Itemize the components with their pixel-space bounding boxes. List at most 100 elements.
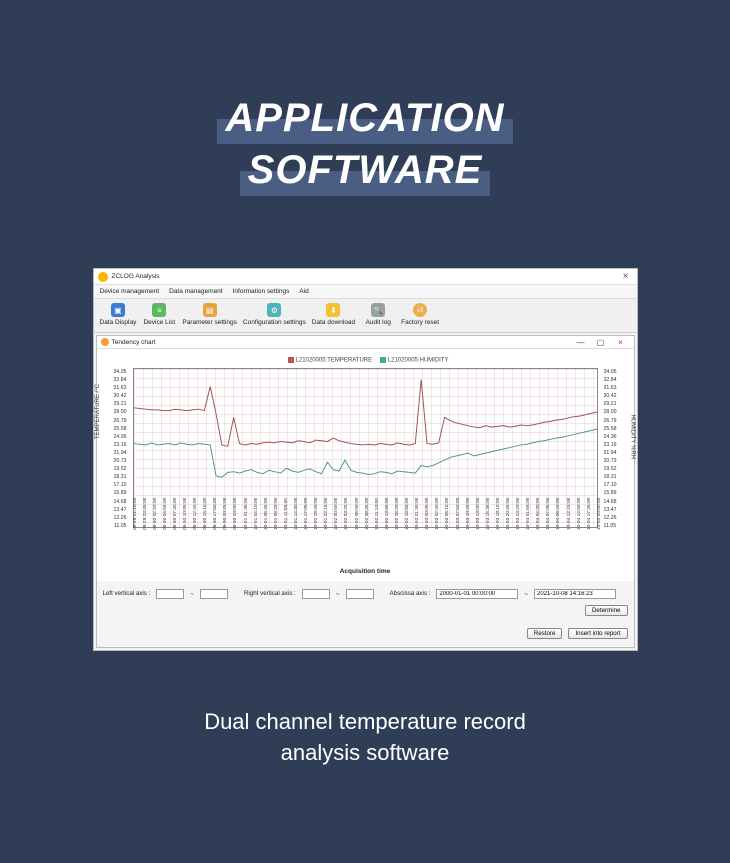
menu-information-settings[interactable]: Information settings — [233, 288, 290, 295]
y-tick: 12.26 — [103, 515, 127, 521]
tool-label: Audit log — [366, 319, 391, 326]
y-axis-right-title: HUMIDITY %RH — [630, 414, 636, 459]
y-tick: 14.68 — [604, 499, 628, 505]
y-tick: 24.36 — [103, 434, 127, 440]
menu-data-management[interactable]: Data management — [169, 288, 222, 295]
y-axis-left-ticks: 34.05 32.84 31.63 30.42 29.21 28.00 26.79 25.58… — [103, 369, 129, 529]
series-line — [134, 379, 597, 446]
toolbar: ▣ Data Display ≡Device List ▤Parameter se… — [94, 299, 637, 333]
chart-icon — [101, 338, 109, 346]
right-axis-min-input[interactable] — [302, 589, 330, 599]
list-icon: ≡ — [152, 303, 166, 317]
app-icon — [98, 272, 108, 282]
y-tick: 29.21 — [103, 401, 127, 407]
caption-line-1: Dual channel temperature record — [204, 709, 526, 734]
y-tick: 13.47 — [103, 507, 127, 513]
restore-button[interactable]: Restore — [527, 628, 563, 639]
menubar: Device management Data management Inform… — [94, 285, 637, 299]
caption-line-2: analysis software — [281, 740, 450, 765]
menu-aid[interactable]: Aid — [299, 288, 308, 295]
y-tick: 23.16 — [103, 442, 127, 448]
tilde-2: ~ — [336, 591, 340, 598]
y-axis-right-ticks: 34.0532.8431.6330.4229.2128.0026.7925.58… — [602, 369, 628, 529]
y-tick: 28.00 — [103, 409, 127, 415]
abscissa-to-input[interactable] — [534, 589, 616, 599]
y-tick: 21.94 — [103, 450, 127, 456]
series-line — [134, 429, 597, 477]
legend-swatch-humidity — [380, 357, 386, 363]
tool-label: Parameter settings — [182, 319, 237, 326]
insert-report-button[interactable]: Insert into report — [568, 628, 627, 639]
determine-button[interactable]: Determine — [585, 605, 628, 616]
right-axis-max-input[interactable] — [346, 589, 374, 599]
tendency-chart-window: Tendency chart — ▢ × L21020005:TEMPERATU… — [96, 335, 635, 648]
y-tick: 28.00 — [604, 409, 628, 415]
y-tick: 23.16 — [604, 442, 628, 448]
tool-device-list[interactable]: ≡Device List — [142, 303, 176, 326]
y-tick: 30.42 — [604, 393, 628, 399]
window-close-button[interactable]: × — [619, 271, 633, 282]
tool-configuration-settings[interactable]: ⚙ Configuration settings — [243, 303, 306, 326]
y-tick: 32.84 — [103, 377, 127, 383]
download-icon: ⬇ — [326, 303, 340, 317]
y-tick: 18.31 — [103, 474, 127, 480]
y-tick: 19.52 — [103, 466, 127, 472]
child-maximize-button[interactable]: ▢ — [592, 337, 610, 347]
reset-icon: ⏎ — [413, 303, 427, 317]
tool-label: Configuration settings — [243, 319, 306, 326]
y-tick: 15.89 — [604, 490, 628, 496]
y-tick: 12.26 — [604, 515, 628, 521]
y-tick: 11.05 — [604, 523, 628, 529]
log-icon: 🔍 — [371, 303, 385, 317]
y-tick: 34.05 — [604, 369, 628, 375]
app-title: ZCLOG Analysis — [112, 273, 160, 280]
y-tick: 32.84 — [604, 377, 628, 383]
y-tick: 25.58 — [604, 426, 628, 432]
y-tick: 21.94 — [604, 450, 628, 456]
tool-audit-log[interactable]: 🔍 Audit log — [361, 303, 395, 326]
y-tick: 19.52 — [604, 466, 628, 472]
legend-label-humidity: L21020005:HUMIDITY — [388, 358, 449, 364]
abscissa-from-input[interactable] — [436, 589, 518, 599]
y-tick: 26.79 — [604, 418, 628, 424]
abscissa-axis-label: Abscissa axis : — [390, 591, 431, 598]
y-tick: 26.79 — [103, 418, 127, 424]
app-window: ZCLOG Analysis × Device management Data … — [93, 268, 638, 651]
left-axis-min-input[interactable] — [156, 589, 184, 599]
chart-legend: L21020005:TEMPERATURE L21020005:HUMIDITY — [105, 357, 626, 364]
y-tick: 20.73 — [103, 458, 127, 464]
y-tick: 17.10 — [103, 482, 127, 488]
tool-label: Factory reset — [401, 319, 439, 326]
tool-parameter-settings[interactable]: ▤Parameter settings — [182, 303, 237, 326]
left-axis-max-input[interactable] — [200, 589, 228, 599]
action-buttons-row: Restore Insert into report — [97, 624, 634, 647]
titlebar: ZCLOG Analysis × — [94, 269, 637, 285]
legend-label-temperature: L21020005:TEMPERATURE — [296, 358, 373, 364]
y-tick: 11.05 — [103, 523, 127, 529]
child-minimize-button[interactable]: — — [572, 337, 590, 347]
hero-line-1: APPLICATION — [217, 92, 512, 144]
tool-data-download[interactable]: ⬇Data download — [312, 303, 355, 326]
tool-label: Data Display — [100, 319, 137, 326]
y-tick: 14.68 — [103, 499, 127, 505]
chart-area: L21020005:TEMPERATURE L21020005:HUMIDITY… — [97, 349, 634, 581]
tool-data-display[interactable]: ▣ Data Display — [100, 303, 137, 326]
y-tick: 15.89 — [103, 490, 127, 496]
menu-device-management[interactable]: Device management — [100, 288, 160, 295]
child-title: Tendency chart — [112, 339, 156, 346]
y-tick: 25.58 — [103, 426, 127, 432]
hero-line-2: SOFTWARE — [240, 144, 491, 196]
y-tick: 17.10 — [604, 482, 628, 488]
y-tick: 29.21 — [604, 401, 628, 407]
y-tick: 30.42 — [103, 393, 127, 399]
child-close-button[interactable]: × — [612, 337, 630, 347]
display-icon: ▣ — [111, 303, 125, 317]
gear-icon: ⚙ — [267, 303, 281, 317]
y-tick: 31.63 — [103, 385, 127, 391]
hero-title: APPLICATION SOFTWARE — [217, 92, 512, 196]
right-vertical-axis-label: Right vertical axis : — [244, 591, 296, 598]
tool-factory-reset[interactable]: ⏎ Factory reset — [401, 303, 439, 326]
y-tick: 13.47 — [604, 507, 628, 513]
y-axis-left-title: TEMPERATURE /°C — [95, 384, 101, 439]
y-tick: 34.05 — [103, 369, 127, 375]
